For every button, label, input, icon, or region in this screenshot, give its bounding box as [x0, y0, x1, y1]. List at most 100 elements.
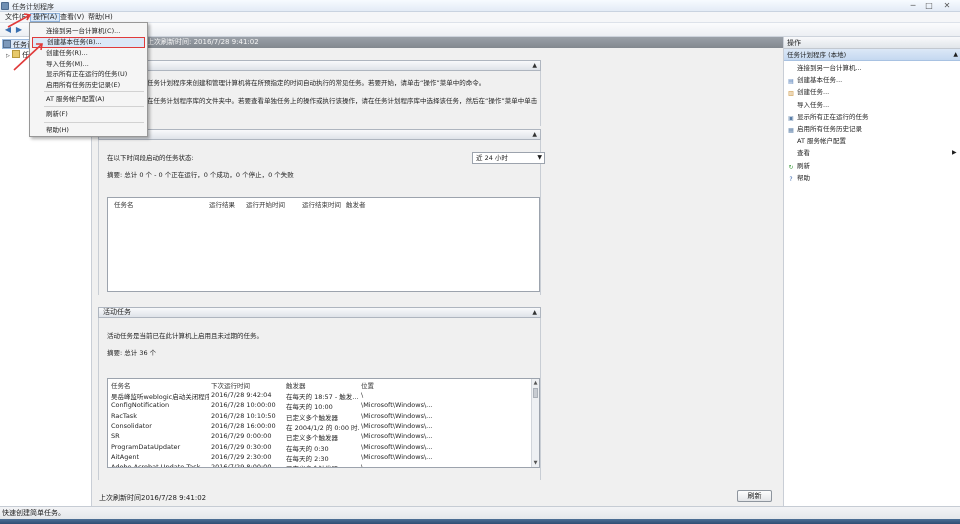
action-item[interactable]: ▣ 显示所有正在运行的任务 [787, 111, 869, 123]
close-button[interactable]: ✕ [940, 1, 954, 10]
table-cell[interactable]: 2016/7/28 10:10:50 [211, 412, 284, 420]
table-cell[interactable]: SR [111, 432, 209, 440]
table-cell[interactable]: 2016/7/28 10:00:00 [211, 401, 284, 409]
dropdown-item[interactable]: 连接到另一台计算机(C)... [32, 26, 145, 37]
table-cell[interactable]: \ [361, 391, 451, 399]
table-cell[interactable]: 2016/7/29 0:00:00 [211, 432, 284, 440]
action-label: 创建任务... [797, 88, 830, 97]
scroll-down-icon[interactable]: ▼ [532, 459, 539, 467]
table-cell[interactable]: ConfigNotification [111, 401, 209, 409]
table-cell[interactable]: 在每天的 2:30 [286, 453, 359, 463]
action-item[interactable]: 导入任务... [787, 99, 829, 111]
table-cell[interactable]: 已定义多个触发器 [286, 412, 359, 422]
help-icon: ? [789, 175, 793, 183]
column-header[interactable]: 位置 [361, 380, 374, 390]
table-cell[interactable]: RacTask [111, 412, 209, 420]
table-cell[interactable]: 在每天的 10:00 [286, 401, 359, 411]
dropdown-item[interactable]: 启用所有任务历史记录(E) [32, 80, 145, 91]
table-cell[interactable]: \Microsoft\Windows\... [361, 422, 451, 430]
action-label: AT 服务帐户配置 [797, 137, 846, 146]
collapse-icon[interactable]: ▲ [953, 49, 958, 61]
table-cell[interactable]: 2016/7/28 16:00:00 [211, 422, 284, 430]
table-cell[interactable]: 在 2004/1/2 的 0:00 时... [286, 422, 359, 432]
action-label: 帮助 [797, 173, 810, 182]
table-cell[interactable]: Consolidator [111, 422, 209, 430]
main-pane: 上次刷新时间: 2016/7/28 9:41:02 ▲ 任务计划程序来创建和管理… [92, 37, 783, 506]
action-item[interactable]: 查看 ▶ [787, 147, 959, 159]
table-cell[interactable]: \Microsoft\Windows\... [361, 401, 451, 409]
status-prompt: 在以下时间段启动的任务状态: [107, 154, 194, 162]
collapse-icon[interactable]: ▲ [532, 308, 537, 317]
column-header[interactable]: 任务名 [114, 199, 134, 209]
refresh-button[interactable]: 刷新 [737, 490, 772, 502]
action-dropdown-menu: 连接到另一台计算机(C)... 创建基本任务(B)... 创建任务(R)... 导入任… [29, 22, 148, 137]
active-task-table[interactable]: 任务名 下次运行时间 触发器 位置 吴岳峰监听weblogic启动关闭程序 201… [107, 378, 540, 468]
table-cell[interactable]: \ [361, 463, 451, 467]
dropdown-item[interactable]: AT 服务帐户配置(A) [32, 94, 145, 105]
status-task-list[interactable]: 任务名 运行结果 运行开始时间 运行结束时间 触发者 [107, 197, 540, 292]
table-cell[interactable]: \Microsoft\Windows\... [361, 443, 451, 451]
collapse-icon[interactable]: ▲ [532, 61, 537, 70]
table-cell[interactable]: ProgramDataUpdater [111, 443, 209, 451]
dropdown-item[interactable]: 创建基本任务(B)... [32, 37, 145, 48]
actions-group-header[interactable]: 任务计划程序 (本地) ▲ [784, 49, 960, 61]
action-label: 显示所有正在运行的任务 [797, 112, 869, 121]
menu-view[interactable]: 查看(V) [58, 13, 86, 22]
table-cell[interactable]: 已定义多个触发器 [286, 432, 359, 442]
scroll-thumb[interactable] [533, 388, 538, 398]
menu-file[interactable]: 文件(F) [3, 13, 31, 22]
create-task-icon: ▥ [788, 90, 794, 98]
action-item[interactable]: ↻ 刷新 [787, 160, 810, 172]
center-header: 上次刷新时间: 2016/7/28 9:41:02 [92, 37, 783, 48]
table-cell[interactable]: 2016/7/29 8:00:00 [211, 463, 284, 467]
tree-item-library[interactable]: ▷ 任 [6, 50, 29, 60]
create-basic-task-icon: ▤ [788, 78, 794, 86]
minimize-button[interactable]: ─ [906, 1, 920, 10]
column-header[interactable]: 触发器 [286, 380, 306, 390]
table-cell[interactable]: 2016/7/29 0:30:00 [211, 443, 284, 451]
table-cell[interactable]: 已定义多个触发器 [286, 463, 359, 467]
expand-icon[interactable]: ▷ [6, 53, 10, 59]
vertical-scrollbar[interactable]: ▲ ▼ [531, 379, 539, 467]
column-header[interactable]: 任务名 [111, 380, 131, 390]
column-header[interactable]: 运行结束时间 [302, 199, 341, 209]
scroll-up-icon[interactable]: ▲ [532, 379, 539, 387]
column-header[interactable]: 运行结果 [209, 199, 235, 209]
table-cell[interactable]: \Microsoft\Windows\... [361, 432, 451, 440]
table-cell[interactable]: 在每天的 0:30 [286, 443, 359, 453]
running-tasks-icon: ▣ [788, 114, 794, 122]
column-header[interactable]: 下次运行时间 [211, 380, 250, 390]
dropdown-item[interactable]: 刷新(F) [32, 109, 145, 120]
action-item[interactable]: AT 服务帐户配置 [787, 135, 846, 147]
action-item[interactable]: 连接到另一台计算机... [787, 62, 862, 74]
action-item[interactable]: ▥ 创建任务... [787, 86, 829, 98]
status-section-header[interactable]: ▲ [98, 129, 541, 140]
overview-section-header[interactable]: ▲ [98, 60, 541, 71]
active-tasks-section-header[interactable]: 活动任务 ▲ [98, 307, 541, 318]
column-header[interactable]: 运行开始时间 [246, 199, 285, 209]
submenu-arrow-icon: ▶ [952, 149, 957, 157]
action-item[interactable]: ? 帮助 [787, 172, 810, 184]
action-item[interactable]: ▤ 创建基本任务... [787, 74, 842, 86]
table-cell[interactable]: AitAgent [111, 453, 209, 461]
table-cell[interactable]: 2016/7/29 2:30:00 [211, 453, 284, 461]
dropdown-item[interactable]: 创建任务(R)... [32, 48, 145, 59]
back-arrow-icon[interactable]: ◀ [3, 25, 13, 35]
table-cell[interactable]: 吴岳峰监听weblogic启动关闭程序 [111, 391, 209, 401]
forward-arrow-icon[interactable]: ▶ [14, 25, 24, 35]
action-item[interactable]: ▦ 启用所有任务历史记录 [787, 123, 862, 135]
dropdown-item[interactable]: 帮助(H) [32, 125, 145, 136]
table-cell[interactable]: 2016/7/28 9:42:04 [211, 391, 284, 399]
table-cell[interactable]: 在每天的 18:57 - 触发... [286, 391, 359, 401]
column-header[interactable]: 触发者 [346, 199, 366, 209]
table-cell[interactable]: \Microsoft\Windows\... [361, 453, 451, 461]
collapse-icon[interactable]: ▲ [532, 130, 537, 139]
table-cell[interactable]: Adobe Acrobat Update Task [111, 463, 209, 467]
maximize-button[interactable]: □ [922, 1, 936, 10]
time-range-select[interactable]: 近 24 小时 ▼ [472, 152, 545, 164]
menu-action[interactable]: 操作(A) [30, 13, 61, 22]
menu-help[interactable]: 帮助(H) [86, 13, 115, 22]
table-cell[interactable]: \Microsoft\Windows\... [361, 412, 451, 420]
clock-icon [3, 40, 11, 48]
dropdown-item[interactable]: 显示所有正在运行的任务(U) [32, 69, 145, 80]
